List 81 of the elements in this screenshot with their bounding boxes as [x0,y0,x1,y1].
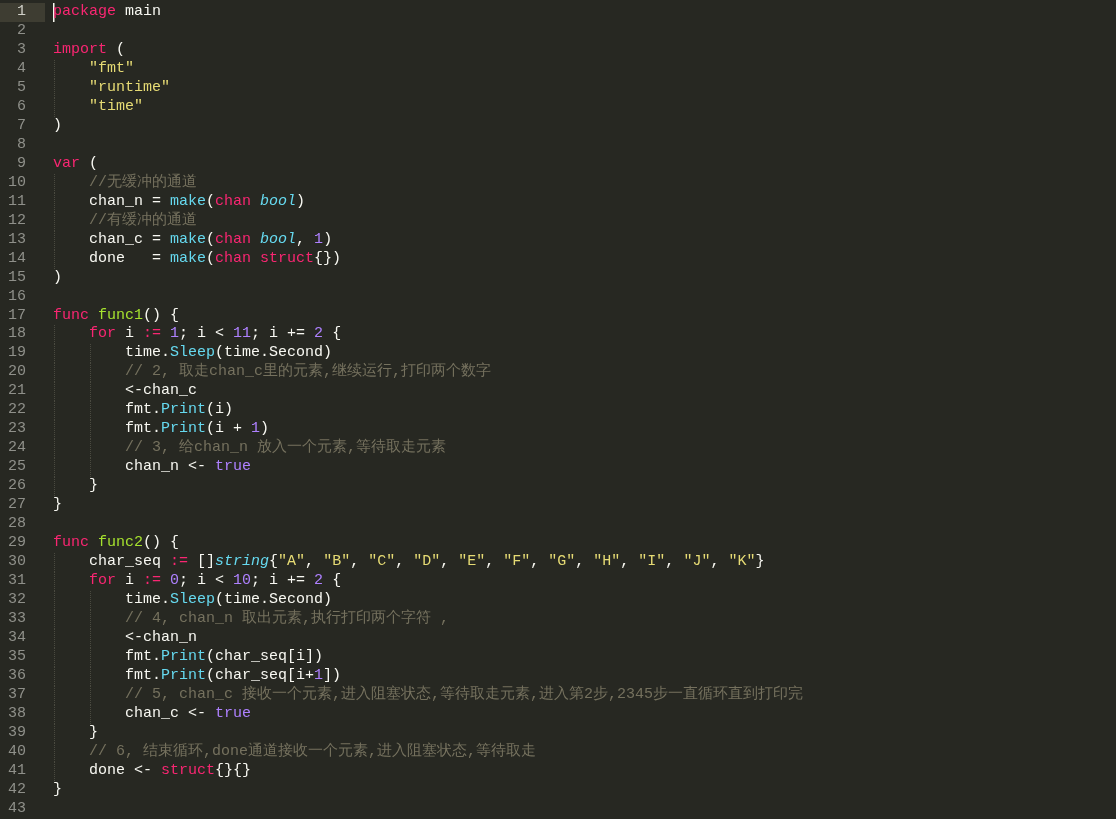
line-number: 16 [7,287,27,307]
line-number: 14 [7,249,27,269]
code-line: fmt.Print(i + 1) [124,420,270,439]
code-line: ) [53,268,62,288]
line-number: 41 [7,761,27,781]
line-number: 1 [0,3,45,22]
code-line: } [88,723,98,743]
line-number: 17 [7,306,27,326]
code-line: <-chan_c [124,382,198,402]
code-line: // 3, 给chan_n 放入一个元素,等待取走元素 [124,439,447,459]
line-number: 31 [7,572,27,592]
code-line: fmt.Print(i) [124,401,234,421]
code-line: "time" [88,97,143,117]
line-number: 26 [7,477,27,497]
code-line: done <- struct{}{} [88,761,252,781]
code-line: chan_c <- true [124,704,252,724]
line-number: 29 [7,534,27,554]
code-line: // 4, chan_n 取出元素,执行打印两个字符 , [124,610,450,629]
line-number: 38 [7,704,27,724]
line-number: 6 [16,97,27,117]
line-number: 21 [7,382,27,402]
line-number: 13 [7,230,27,250]
code-line: time.Sleep(time.Second) [124,591,333,609]
code-line: chan_n = make(chan bool) [88,192,306,211]
line-number: 25 [7,458,27,478]
line-number: 20 [7,363,27,383]
line-number: 9 [16,154,27,174]
line-number: 32 [7,591,27,610]
code-line: <-chan_n [124,628,198,648]
code-line: fmt.Print(char_seq[i]) [124,647,324,667]
line-number: 5 [16,78,27,98]
code-line: } [53,780,62,800]
code-line: "runtime" [88,78,171,98]
code-line: chan_n <- true [124,458,252,478]
line-number: 11 [7,192,27,212]
line-number: 30 [7,553,27,573]
code-line: // 6, 结束循环,done通道接收一个元素,进入阻塞状态,等待取走 [88,742,537,762]
line-number: 37 [7,685,27,705]
line-number: 39 [7,723,27,743]
code-line: time.Sleep(time.Second) [124,344,333,362]
line-number: 4 [16,59,27,79]
line-number: 36 [7,666,27,686]
line-number: 34 [7,628,27,648]
code-line: for i := 1; i < 11; i += 2 { [88,325,342,345]
line-number: 19 [7,344,27,364]
code-line: chan_c = make(chan bool, 1) [88,230,333,250]
line-number: 18 [7,325,27,345]
code-line: // 2, 取走chan_c里的元素,继续运行,打印两个数字 [124,363,492,383]
code-line: func func2() { [53,534,180,554]
code-line: var ( [53,154,99,174]
code-line: for i := 0; i < 10; i += 2 { [88,572,342,592]
line-number: 35 [7,647,27,667]
line-number: 22 [7,401,27,421]
code-line: ) [53,116,62,136]
line-number: 28 [7,515,27,535]
line-number: 24 [7,439,27,459]
line-number: 7 [16,116,27,136]
code-line: } [88,477,98,497]
line-number: 10 [7,173,27,193]
code-line: done = make(chan struct{}) [88,249,342,269]
code-line: } [53,496,62,516]
code-line: import ( [53,40,126,60]
line-number: 15 [7,268,27,288]
code-line: // 5, chan_c 接收一个元素,进入阻塞状态,等待取走元素,进入第2步,2345步一直循环直到打印完 [124,685,804,705]
code-line: package main [53,3,162,22]
line-number: 2 [16,21,27,41]
line-number: 27 [7,496,27,516]
code-line: //无缓冲的通道 [88,173,197,193]
line-number: 3 [16,40,27,60]
code-line: "fmt" [88,59,134,79]
line-number: 33 [7,610,27,629]
line-number: 12 [7,211,27,231]
code-line: //有缓冲的通道 [88,211,197,231]
line-number: 8 [16,135,27,155]
code-line: fmt.Print(char_seq[i+1]) [124,666,342,685]
line-number: 43 [7,799,27,819]
line-number: 23 [7,420,27,440]
line-number: 42 [7,780,27,800]
code-line: func func1() { [53,306,180,326]
code-line: char_seq := []string{"A", "B", "C", "D", "E", "F", "G", "H", "I", "J", "K"} [88,553,765,573]
line-number: 40 [7,742,27,762]
